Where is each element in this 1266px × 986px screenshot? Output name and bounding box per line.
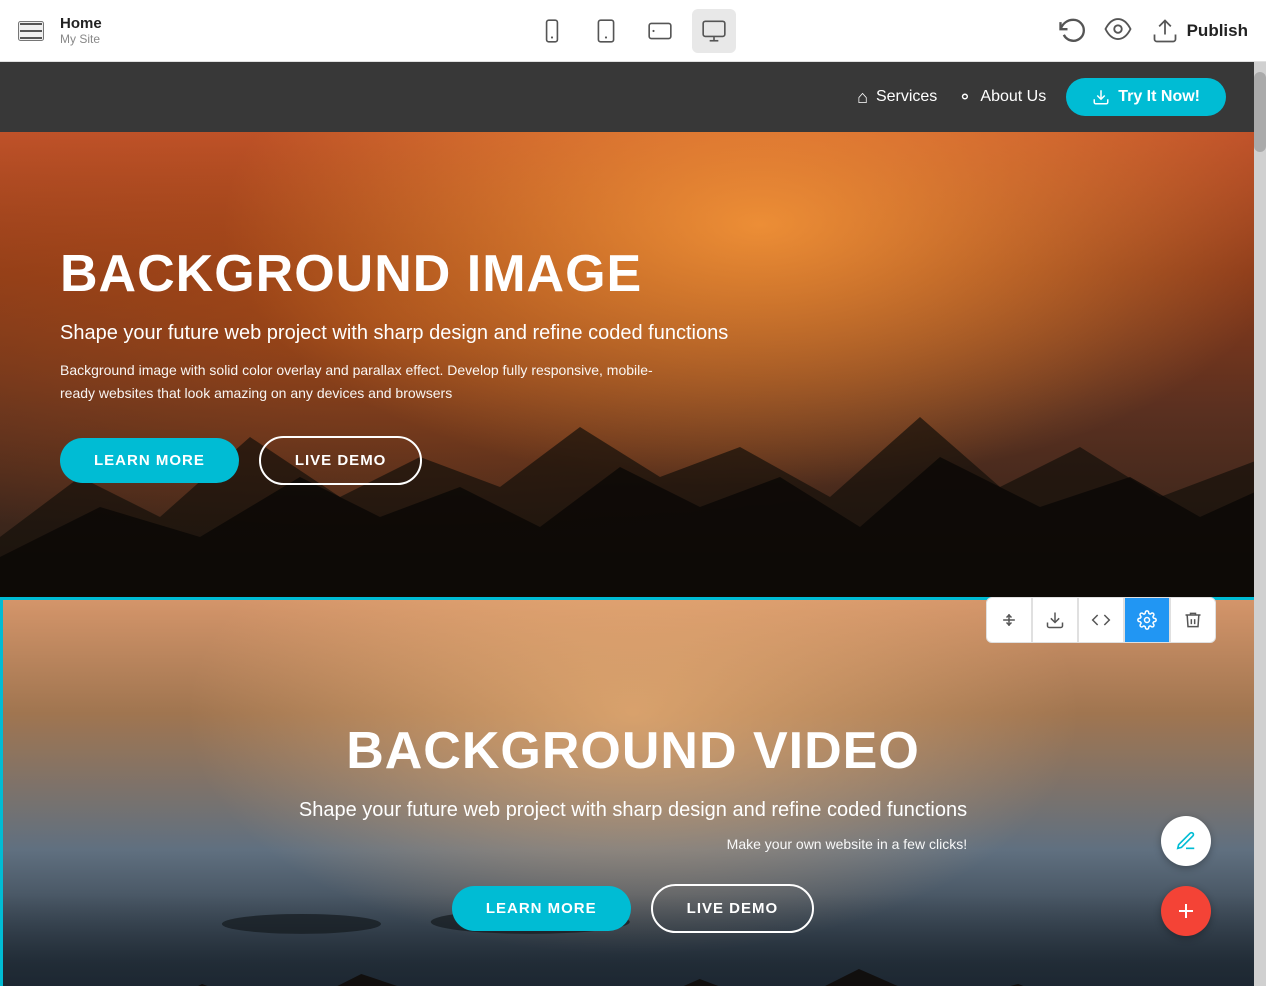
desktop-device-btn[interactable] [692,9,736,53]
section-toolbar [986,597,1216,643]
editor-bar: Home My Site [0,0,1266,62]
section1-buttons: LEARN MORE LIVE DEMO [60,436,728,485]
search-icon: ⚬ [957,87,972,108]
toolbar-move-btn[interactable] [986,597,1032,643]
editor-bar-left: Home My Site [18,15,102,46]
editor-bar-right: Publish [1057,14,1248,48]
mobile-device-btn[interactable] [530,9,574,53]
section1-subtitle: Shape your future web project with sharp… [60,322,728,345]
toolbar-download-btn[interactable] [1032,597,1078,643]
toolbar-delete-btn[interactable] [1170,597,1216,643]
nav-about-label: About Us [980,88,1046,106]
fab-add-button[interactable] [1161,886,1211,936]
hero-section-2: BACKGROUND VIDEO Shape your future web p… [0,597,1266,986]
undo-button[interactable] [1057,14,1085,48]
preview-button[interactable] [1103,14,1133,47]
main-area: ⌂ Services ⚬ About Us Try It Now! BAC [0,62,1266,986]
section2-tagline: Make your own website in a few clicks! [299,836,967,852]
section2-subtitle: Shape your future web project with sharp… [299,799,967,822]
hero-content-1: BACKGROUND IMAGE Shape your future web p… [0,244,788,485]
try-now-label: Try It Now! [1118,88,1200,106]
fab-edit-button[interactable] [1161,816,1211,866]
home-icon: ⌂ [857,87,868,108]
nav-services-label: Services [876,88,937,106]
tablet-landscape-device-btn[interactable] [638,9,682,53]
page-title: Home [60,15,102,32]
scrollbar-thumb[interactable] [1254,72,1266,152]
section2-title: BACKGROUND VIDEO [299,721,967,781]
site-info: Home My Site [60,15,102,46]
section2-learn-more-btn[interactable]: LEARN MORE [452,886,631,931]
section1-learn-more-btn[interactable]: LEARN MORE [60,438,239,483]
hamburger-button[interactable] [18,21,44,41]
nav-item-about[interactable]: ⚬ About Us [957,87,1046,108]
toolbar-code-btn[interactable] [1078,597,1124,643]
site-nav: ⌂ Services ⚬ About Us Try It Now! [0,62,1266,132]
toolbar-settings-btn[interactable] [1124,597,1170,643]
section1-description: Background image with solid color overla… [60,359,660,404]
tablet-device-btn[interactable] [584,9,628,53]
scrollbar[interactable] [1254,62,1266,986]
try-it-now-button[interactable]: Try It Now! [1066,78,1226,116]
site-name: My Site [60,32,102,46]
device-icons [530,9,736,53]
hero-content-2: BACKGROUND VIDEO Shape your future web p… [259,721,1007,933]
section2-buttons: LEARN MORE LIVE DEMO [299,884,967,933]
publish-label: Publish [1187,21,1248,41]
section2-live-demo-btn[interactable]: LIVE DEMO [651,884,815,933]
hero-section-1: BACKGROUND IMAGE Shape your future web p… [0,132,1266,597]
section1-title: BACKGROUND IMAGE [60,244,728,304]
publish-button[interactable]: Publish [1151,17,1248,45]
rocks-silhouette [3,934,1263,986]
nav-item-services[interactable]: ⌂ Services [857,87,937,108]
section1-live-demo-btn[interactable]: LIVE DEMO [259,436,423,485]
